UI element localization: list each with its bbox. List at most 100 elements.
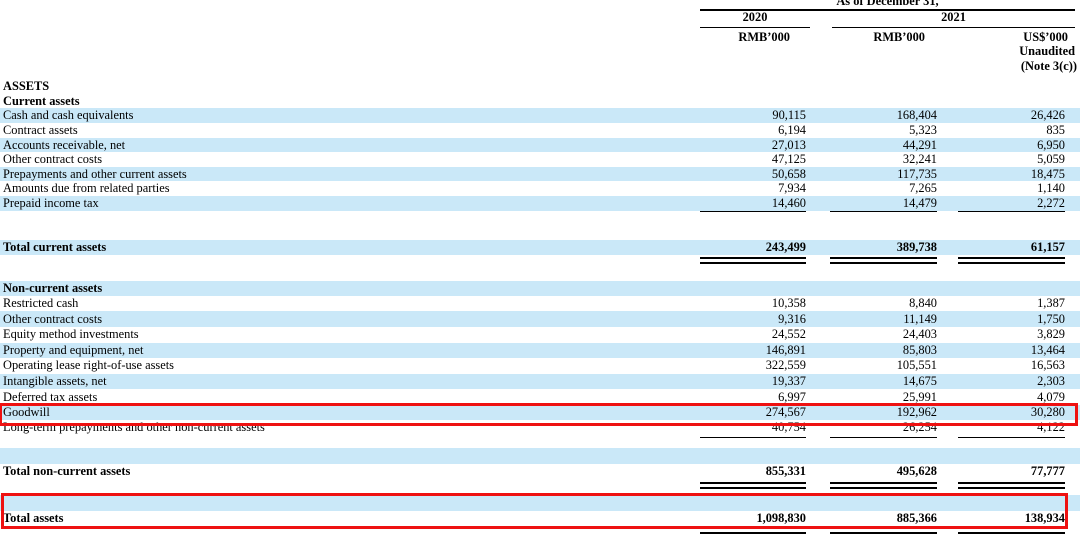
cell-2020-rmb: 90,115 [690, 108, 806, 123]
cell-2021-usd: 77,777 [937, 464, 1065, 479]
cell-2021-rmb: 32,241 [806, 152, 937, 167]
row-label: Non-current assets [0, 281, 690, 296]
amount-value: 47,125 [700, 152, 806, 167]
double-rule [700, 257, 806, 264]
amount-value: 10,358 [700, 296, 806, 311]
cell-2021-rmb: 85,803 [806, 343, 937, 358]
cell-2021-rmb: 26,254 [806, 420, 937, 435]
amount-value: 105,551 [830, 358, 937, 373]
cell-2021-rmb: 25,991 [806, 390, 937, 405]
amount-value: 7,265 [830, 181, 937, 196]
row-label: Prepaid income tax [0, 196, 690, 211]
amount-value: 14,675 [830, 374, 937, 389]
cell-2020-rmb: 40,754 [690, 420, 806, 435]
amount-value: 44,291 [830, 138, 937, 153]
cell-2020-rmb: 7,934 [690, 181, 806, 196]
cell-2020-rmb: 6,997 [690, 390, 806, 405]
amount-value: 6,950 [958, 138, 1065, 153]
amount-value: 146,891 [700, 343, 806, 358]
amount-value: 25,991 [830, 390, 937, 405]
amount-value: 495,628 [830, 464, 937, 479]
unit-2021-usd-heading: US$’000 [965, 30, 1068, 45]
amount-value: 26,426 [958, 108, 1065, 123]
amount-value: 8,840 [830, 296, 937, 311]
amount-value: 192,962 [830, 405, 937, 420]
amount-value: 26,254 [830, 420, 937, 435]
row-label: Goodwill [0, 405, 690, 420]
cell-2021-usd: 30,280 [937, 405, 1065, 420]
cell-2020-rmb: 10,358 [690, 296, 806, 311]
cell-2020-rmb [690, 255, 806, 281]
row-label: Total non-current assets [0, 464, 690, 479]
table-rule-double-b [0, 479, 1080, 495]
table-row-prepaid-income-tax: Prepaid income tax14,46014,4792,272 [0, 196, 1080, 211]
row-label: Operating lease right-of-use assets [0, 358, 690, 373]
row-label: Accounts receivable, net [0, 138, 690, 153]
table-row-contract-assets: Contract assets6,1945,323835 [0, 123, 1080, 138]
amount-value: 24,403 [830, 327, 937, 342]
table-blank-blue [0, 495, 1080, 511]
amount-value: 168,404 [830, 108, 937, 123]
cell-2021-usd: 26,426 [937, 108, 1065, 123]
cell-2021-rmb: 389,738 [806, 240, 937, 255]
row-label: Amounts due from related parties [0, 181, 690, 196]
amount-value: 9,316 [700, 312, 806, 327]
amount-value: 61,157 [958, 240, 1065, 255]
cell-2021-rmb: 5,323 [806, 123, 937, 138]
cell-2021-rmb: 192,962 [806, 405, 937, 420]
cell-2020-rmb: 322,559 [690, 358, 806, 373]
table-row-current-assets: Current assets [0, 94, 1080, 109]
cell-2021-usd: 2,272 [937, 196, 1065, 212]
cell-2021-usd: 1,387 [937, 296, 1065, 311]
cell-2021-rmb: 8,840 [806, 296, 937, 311]
double-rule [830, 482, 937, 489]
cell-2021-usd: 2,303 [937, 374, 1065, 389]
cell-2021-usd: 835 [937, 123, 1065, 138]
row-label: Other contract costs [0, 152, 690, 167]
cell-2021-rmb [806, 255, 937, 281]
amount-value: 2,272 [958, 196, 1065, 212]
amount-value: 6,194 [700, 123, 806, 138]
cell-2021-rmb: 885,366 [806, 511, 937, 526]
amount-value: 19,337 [700, 374, 806, 389]
amount-value: 1,140 [958, 181, 1065, 196]
amount-value: 138,934 [958, 511, 1065, 526]
cell-2020-rmb [690, 435, 806, 448]
cell-2021-usd: 5,059 [937, 152, 1065, 167]
table-row-assets: ASSETS [0, 79, 1080, 94]
row-label: Prepayments and other current assets [0, 167, 690, 182]
unit-2020-rmb-heading: RMB’000 [690, 30, 790, 45]
cell-2021-rmb [806, 435, 937, 448]
unaudited-label: Unaudited [975, 44, 1075, 59]
cell-2021-usd: 18,475 [937, 167, 1065, 182]
cell-2021-usd: 4,122 [937, 420, 1065, 435]
amount-value: 835 [958, 123, 1065, 138]
row-label: Total assets [0, 511, 690, 526]
table-rule-double-a [0, 255, 1080, 281]
amount-value: 11,149 [830, 312, 937, 327]
amount-value: 27,013 [700, 138, 806, 153]
cell-2021-usd [937, 435, 1065, 448]
double-rule [958, 257, 1065, 264]
cell-2021-usd: 13,464 [937, 343, 1065, 358]
amount-value: 50,658 [700, 167, 806, 182]
table-spacer [0, 211, 1080, 241]
cell-2021-usd: 138,934 [937, 511, 1065, 526]
double-rule [830, 257, 937, 264]
row-label: ASSETS [0, 79, 690, 94]
amount-value: 85,803 [830, 343, 937, 358]
amount-value: 7,934 [700, 181, 806, 196]
year-2021-underline [832, 27, 1075, 29]
table-row-property-and-equipment-net: Property and equipment, net 146,891 85,803… [0, 343, 1080, 359]
row-label: Property and equipment, net [0, 343, 690, 358]
cell-2021-rmb: 7,265 [806, 181, 937, 196]
table-blank-blue [0, 448, 1080, 464]
table-row-deferred-tax-assets: Deferred tax assets6,99725,9914,079 [0, 389, 1080, 405]
table-rule-double-c [0, 526, 1080, 536]
year-2020-underline [700, 27, 810, 29]
note-3c-label: (Note 3(c)) [972, 59, 1077, 74]
amount-value: 4,122 [958, 420, 1065, 435]
cell-2021-usd: 1,140 [937, 181, 1065, 196]
table-rule-single [0, 435, 1080, 448]
amount-value: 3,829 [958, 327, 1065, 342]
